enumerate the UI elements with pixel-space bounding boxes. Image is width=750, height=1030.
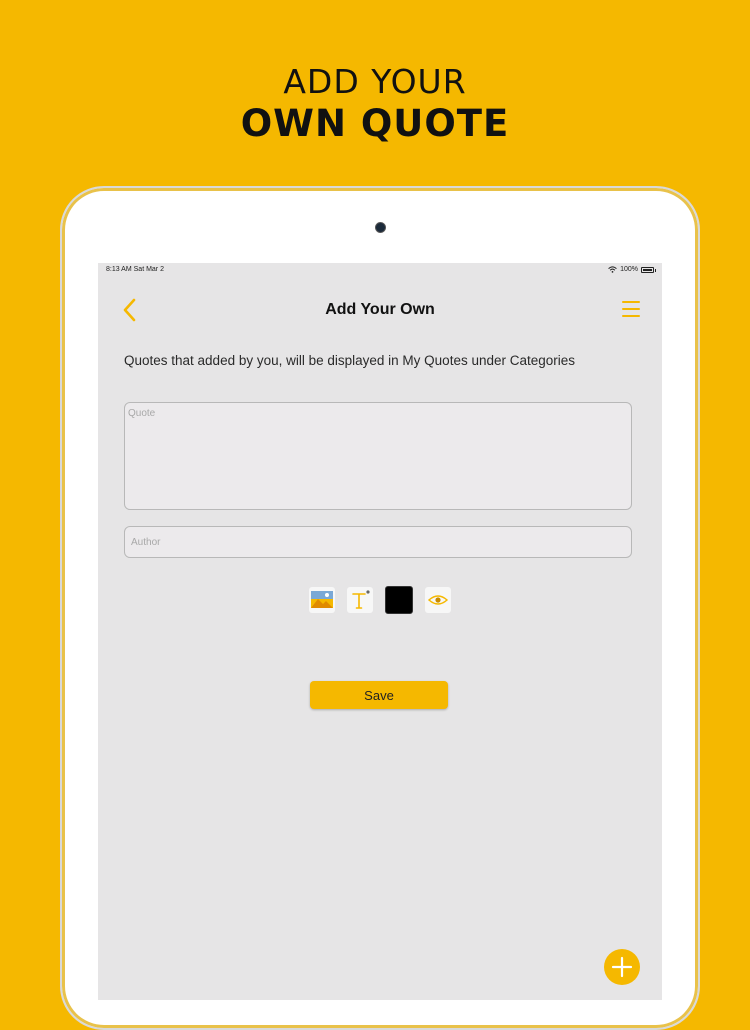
image-icon: [311, 591, 333, 608]
info-text: Quotes that added by you, will be displa…: [124, 353, 576, 368]
preview-button[interactable]: [425, 587, 451, 613]
page-title: Add Your Own: [325, 301, 435, 318]
eye-icon: [427, 595, 449, 605]
add-button[interactable]: [604, 949, 640, 985]
background-image-button[interactable]: [309, 587, 335, 613]
battery-percent: 100%: [620, 266, 638, 273]
quote-input[interactable]: [124, 402, 632, 510]
status-right: 100%: [608, 266, 656, 273]
plus-icon: [611, 956, 633, 978]
text-style-icon: [352, 590, 370, 609]
battery-icon: [641, 266, 656, 273]
save-button[interactable]: Save: [310, 681, 448, 709]
wifi-icon: [608, 266, 617, 273]
app-screen: 8:13 AM Sat Mar 2 100% Add Your Own Quot…: [98, 263, 662, 1000]
author-input[interactable]: [124, 526, 632, 558]
style-toolbar: [98, 586, 662, 615]
menu-button[interactable]: [618, 297, 644, 321]
hamburger-menu-icon: [622, 301, 640, 317]
text-color-swatch[interactable]: [385, 586, 413, 614]
promo-headline-line2: OWN QUOTE: [240, 102, 510, 145]
text-style-button[interactable]: [347, 587, 373, 613]
front-camera: [375, 222, 386, 233]
promo-headline-line1: ADD YOUR: [283, 62, 467, 101]
status-time-date: 8:13 AM Sat Mar 2: [106, 266, 164, 273]
